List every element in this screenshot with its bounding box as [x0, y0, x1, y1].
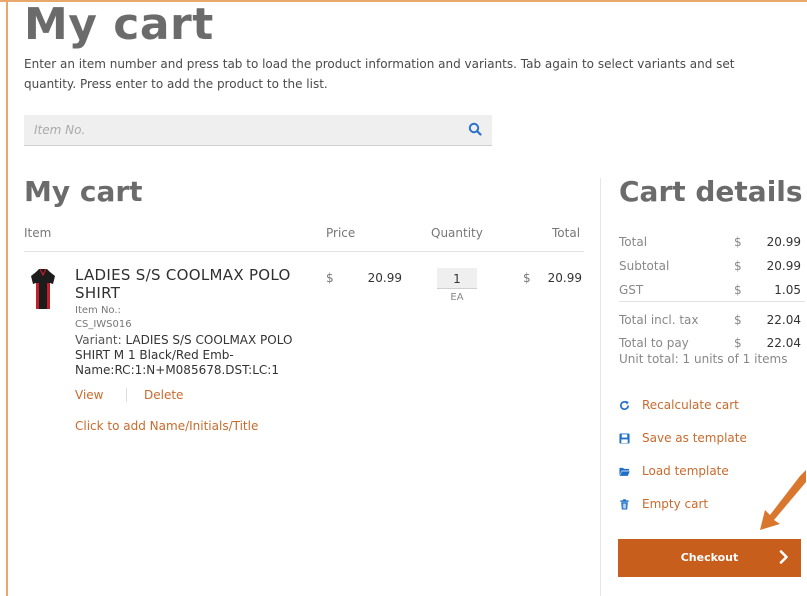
recalculate-cart-label: Recalculate cart [642, 398, 739, 412]
summary-label-total-incl-tax: Total incl. tax [619, 313, 699, 327]
header-rule [24, 251, 584, 252]
item-search-field[interactable] [24, 115, 492, 146]
quantity-field[interactable] [437, 268, 477, 289]
checkout-label: Checkout [680, 551, 739, 564]
recalculate-cart-button[interactable]: Recalculate cart [619, 398, 739, 412]
summary-value-total-incl-tax: 22.04 [766, 313, 801, 327]
line-total-value: 20.99 [547, 271, 582, 285]
item-search-input[interactable] [34, 121, 454, 139]
cart-section-title: My cart [24, 175, 143, 208]
frame-left-border [6, 0, 8, 596]
variant-info: Variant: LADIES S/S COOLMAX POLO SHIRT M… [75, 333, 320, 378]
unit-of-measure: EA [450, 292, 464, 303]
column-header-quantity: Quantity [431, 226, 483, 240]
summary-value-total-to-pay: 22.04 [766, 336, 801, 350]
cart-details-title: Cart details [619, 175, 803, 208]
checkout-button[interactable]: Checkout [618, 539, 801, 577]
folder-open-icon [619, 467, 630, 476]
refresh-icon [620, 400, 629, 410]
delete-item-link[interactable]: Delete [144, 388, 183, 402]
chevron-right-icon [779, 550, 788, 564]
view-item-link[interactable]: View [75, 388, 103, 402]
unit-total-text: Unit total: 1 units of 1 items [619, 352, 788, 366]
floppy-disk-icon [619, 432, 630, 444]
save-as-template-button[interactable]: Save as template [619, 431, 747, 445]
load-template-button[interactable]: Load template [619, 464, 729, 478]
save-as-template-label: Save as template [642, 431, 747, 445]
summary-label-total-to-pay: Total to pay [619, 336, 689, 350]
add-name-link[interactable]: Click to add Name/Initials/Title [75, 419, 258, 433]
summary-rule [619, 301, 805, 302]
empty-cart-button[interactable]: Empty cart [619, 497, 708, 511]
page-title: My cart [24, 0, 214, 50]
search-icon[interactable] [468, 122, 482, 136]
column-header-price: Price [326, 226, 356, 240]
load-template-label: Load template [642, 464, 729, 478]
price-value: 20.99 [367, 271, 402, 285]
summary-currency-total-to-pay: $ [734, 336, 742, 350]
product-name: LADIES S/S COOLMAX POLO SHIRT [75, 266, 291, 302]
summary-currency-total-incl-tax: $ [734, 313, 742, 327]
variant-label: Variant: [75, 333, 122, 347]
trash-icon [620, 498, 629, 510]
intro-text: Enter an item number and press tab to lo… [24, 57, 735, 91]
quantity-input[interactable] [437, 269, 477, 289]
summary-currency-gst: $ [734, 283, 742, 297]
pointer-arrow-annotation [760, 470, 806, 530]
summary-value-gst: 1.05 [774, 283, 801, 297]
summary-label-total: Total [619, 235, 648, 249]
item-no-value: CS_IWS016 [75, 319, 132, 330]
item-no-label: Item No.: [75, 305, 121, 316]
summary-label-gst: GST [619, 283, 644, 297]
link-separator [126, 388, 127, 402]
summary-currency-subtotal: $ [734, 259, 742, 273]
summary-label-subtotal: Subtotal [619, 259, 670, 273]
product-thumbnail[interactable] [30, 267, 56, 311]
summary-currency-total: $ [734, 235, 742, 249]
column-header-total: Total [552, 226, 581, 240]
summary-value-subtotal: 20.99 [766, 259, 801, 273]
total-currency: $ [523, 271, 531, 285]
empty-cart-label: Empty cart [642, 497, 709, 511]
column-header-item: Item [24, 226, 52, 240]
column-divider [600, 178, 601, 596]
summary-value-total: 20.99 [766, 235, 801, 249]
price-currency: $ [326, 271, 334, 285]
